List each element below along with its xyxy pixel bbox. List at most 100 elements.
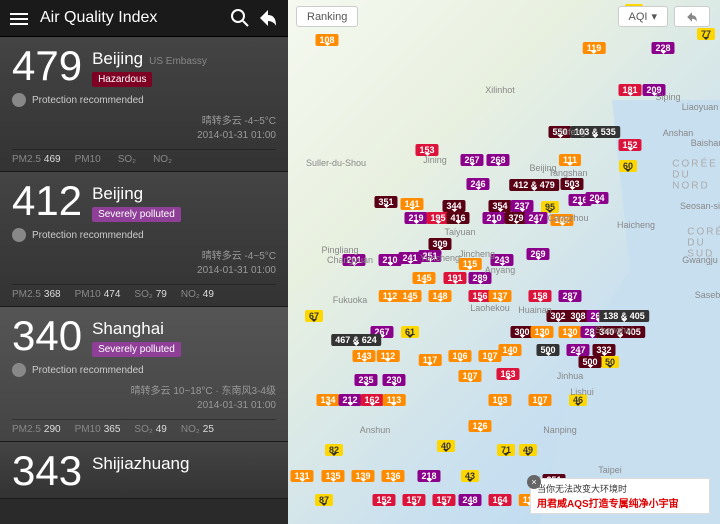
aqi-dropdown[interactable]: AQI▾ <box>618 6 668 27</box>
aqi-marker[interactable]: 210 <box>482 212 505 224</box>
aqi-marker[interactable]: 237 <box>510 200 533 212</box>
aqi-marker[interactable]: 134 <box>316 394 339 406</box>
aqi-marker[interactable]: 67 <box>305 310 323 322</box>
map-controls: Ranking AQI▾ <box>296 6 710 27</box>
aqi-marker[interactable]: 157 <box>402 494 425 506</box>
aqi-marker[interactable]: 103 <box>488 394 511 406</box>
aqi-marker[interactable]: 269 <box>526 248 549 260</box>
aqi-marker[interactable]: 191 <box>443 272 466 284</box>
aqi-marker[interactable]: 158 <box>528 290 551 302</box>
aqi-marker[interactable]: 268 <box>486 154 509 166</box>
close-icon[interactable]: × <box>527 475 541 489</box>
aqi-marker[interactable]: 130 <box>530 326 553 338</box>
aqi-marker[interactable]: 503 <box>560 178 583 190</box>
status-badge: Severely polluted <box>92 207 181 222</box>
pollutant-row: PM2.5290 PM10365 SO₂49 NO₂25 <box>12 419 276 435</box>
aqi-marker[interactable]: 248 <box>458 494 481 506</box>
aqi-marker[interactable]: 138 & 405 <box>599 310 649 322</box>
city-card[interactable]: 343 Shijiazhuang <box>0 442 288 499</box>
aqi-marker[interactable]: 108 <box>315 34 338 46</box>
search-icon[interactable] <box>230 8 250 28</box>
aqi-marker[interactable]: 152 <box>618 139 641 151</box>
avatar-icon <box>12 93 26 107</box>
aqi-marker[interactable]: 49 <box>519 444 537 456</box>
aqi-marker[interactable]: 267 <box>460 154 483 166</box>
aqi-marker[interactable]: 152 <box>372 494 395 506</box>
map-share-button[interactable] <box>674 6 710 27</box>
aqi-marker[interactable]: 351 <box>374 196 397 208</box>
aqi-marker[interactable]: 107 <box>478 350 501 362</box>
aqi-marker[interactable]: 137 <box>488 290 511 302</box>
app-title: Air Quality Index <box>40 9 222 27</box>
aqi-marker[interactable]: 130 <box>558 326 581 338</box>
aqi-marker[interactable]: 354 <box>488 200 511 212</box>
map-city-label: Changyuan <box>327 255 373 265</box>
ranking-button[interactable]: Ranking <box>296 6 358 27</box>
aqi-marker[interactable]: 135 <box>321 470 344 482</box>
aqi-marker[interactable]: 115 <box>459 258 482 270</box>
aqi-marker[interactable]: 77 <box>697 28 715 40</box>
aqi-marker[interactable]: 113 <box>383 394 406 406</box>
city-card[interactable]: 412 BeijingSeverely pollutedProtection r… <box>0 172 288 307</box>
map-city-label: Tangshan <box>548 168 587 178</box>
aqi-marker[interactable]: 136 <box>381 470 404 482</box>
share-icon[interactable] <box>258 8 278 28</box>
aqi-marker[interactable]: 163 <box>496 368 519 380</box>
aqi-marker[interactable]: 87 <box>315 494 333 506</box>
aqi-marker[interactable]: 60 <box>619 160 637 172</box>
aqi-marker[interactable]: 117 <box>419 354 442 366</box>
aqi-marker[interactable]: 218 <box>417 470 440 482</box>
aqi-marker[interactable]: 228 <box>651 42 674 54</box>
aqi-marker[interactable]: 141 <box>400 198 423 210</box>
aqi-marker[interactable]: 230 <box>382 374 405 386</box>
aqi-marker[interactable]: 467 & 624 <box>331 334 381 346</box>
aqi-marker[interactable]: 162 <box>360 394 383 406</box>
aqi-marker[interactable]: 500 <box>536 344 559 356</box>
aqi-marker[interactable]: 145 <box>398 290 421 302</box>
aqi-marker[interactable]: 145 <box>412 272 435 284</box>
aqi-marker[interactable]: 126 <box>468 420 491 432</box>
city-card[interactable]: 340 ShanghaiSeverely pollutedProtection … <box>0 307 288 442</box>
aqi-marker[interactable]: 43 <box>461 470 479 482</box>
aqi-marker[interactable]: 111 <box>559 154 581 166</box>
aqi-marker[interactable]: 247 <box>566 344 589 356</box>
map[interactable]: 6477181209108119228550103 & 535152153267… <box>288 0 720 524</box>
city-card[interactable]: 479 BeijingUS EmbassyHazardousProtection… <box>0 37 288 172</box>
aqi-marker[interactable]: 412 & 479 <box>509 179 559 191</box>
aqi-marker[interactable]: 219 <box>404 212 427 224</box>
aqi-marker[interactable]: 106 <box>448 350 471 362</box>
aqi-marker[interactable]: 247 <box>524 212 547 224</box>
aqi-marker[interactable]: 157 <box>432 494 455 506</box>
aqi-marker[interactable]: 164 <box>488 494 511 506</box>
aqi-marker[interactable]: 131 <box>290 470 313 482</box>
aqi-marker[interactable]: 309 <box>428 238 451 250</box>
aqi-marker[interactable]: 140 <box>498 344 521 356</box>
aqi-marker[interactable]: 246 <box>466 178 489 190</box>
aqi-marker[interactable]: 119 <box>583 42 606 54</box>
aqi-marker[interactable]: 500 <box>578 356 601 368</box>
aqi-marker[interactable]: 71 <box>497 444 515 456</box>
aqi-marker[interactable]: 82 <box>325 444 343 456</box>
aqi-marker[interactable]: 344 <box>442 200 465 212</box>
aqi-marker[interactable]: 332 <box>592 344 615 356</box>
aqi-marker[interactable]: 416 <box>446 212 469 224</box>
aqi-marker[interactable]: 287 <box>558 290 581 302</box>
menu-icon[interactable] <box>10 10 30 26</box>
aqi-marker[interactable]: 181 <box>618 84 641 96</box>
aqi-marker[interactable]: 139 <box>351 470 374 482</box>
aqi-marker[interactable]: 61 <box>401 326 419 338</box>
ad-banner[interactable]: × 当你无法改变大环境时 用君威AQS打造专属纯净小宇宙 <box>530 478 710 514</box>
aqi-marker[interactable]: 112 <box>377 350 400 362</box>
aqi-marker[interactable]: 40 <box>437 440 455 452</box>
aqi-marker[interactable]: 107 <box>458 370 481 382</box>
aqi-marker[interactable]: 50 <box>601 356 619 368</box>
aqi-marker[interactable]: 212 <box>338 394 361 406</box>
aqi-value: 412 <box>12 180 82 222</box>
avatar-icon <box>12 363 26 377</box>
map-city-label: Siping <box>655 92 680 102</box>
aqi-marker[interactable]: 148 <box>428 290 451 302</box>
aqi-marker[interactable]: 235 <box>354 374 377 386</box>
aqi-marker[interactable]: 107 <box>528 394 551 406</box>
aqi-marker[interactable]: 143 <box>352 350 375 362</box>
aqi-marker[interactable]: 204 <box>585 192 608 204</box>
